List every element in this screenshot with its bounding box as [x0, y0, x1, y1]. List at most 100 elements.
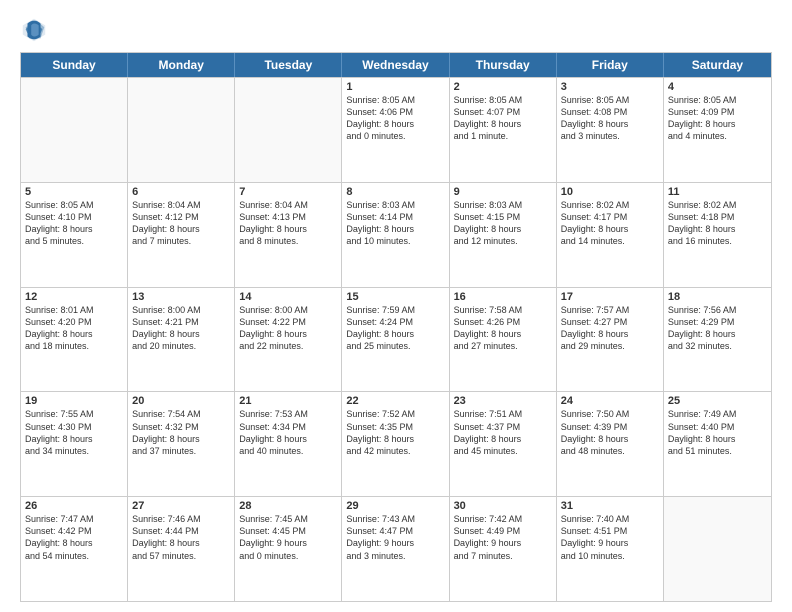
day-number: 20: [132, 395, 230, 407]
calendar-cell: 17Sunrise: 7:57 AM Sunset: 4:27 PM Dayli…: [557, 288, 664, 392]
calendar-cell: 8Sunrise: 8:03 AM Sunset: 4:14 PM Daylig…: [342, 183, 449, 287]
calendar-cell: 1Sunrise: 8:05 AM Sunset: 4:06 PM Daylig…: [342, 78, 449, 182]
day-number: 1: [346, 81, 444, 93]
cell-details: Sunrise: 7:52 AM Sunset: 4:35 PM Dayligh…: [346, 408, 444, 457]
cell-details: Sunrise: 7:40 AM Sunset: 4:51 PM Dayligh…: [561, 513, 659, 562]
day-number: 16: [454, 291, 552, 303]
cell-details: Sunrise: 7:54 AM Sunset: 4:32 PM Dayligh…: [132, 408, 230, 457]
calendar-cell: 21Sunrise: 7:53 AM Sunset: 4:34 PM Dayli…: [235, 392, 342, 496]
calendar: SundayMondayTuesdayWednesdayThursdayFrid…: [20, 52, 772, 602]
calendar-cell: 7Sunrise: 8:04 AM Sunset: 4:13 PM Daylig…: [235, 183, 342, 287]
cell-details: Sunrise: 7:57 AM Sunset: 4:27 PM Dayligh…: [561, 304, 659, 353]
calendar-cell: [128, 78, 235, 182]
calendar-cell: 22Sunrise: 7:52 AM Sunset: 4:35 PM Dayli…: [342, 392, 449, 496]
cell-details: Sunrise: 8:03 AM Sunset: 4:14 PM Dayligh…: [346, 199, 444, 248]
day-number: 12: [25, 291, 123, 303]
day-number: 10: [561, 186, 659, 198]
calendar-cell: 25Sunrise: 7:49 AM Sunset: 4:40 PM Dayli…: [664, 392, 771, 496]
calendar-cell: 4Sunrise: 8:05 AM Sunset: 4:09 PM Daylig…: [664, 78, 771, 182]
calendar-cell: 3Sunrise: 8:05 AM Sunset: 4:08 PM Daylig…: [557, 78, 664, 182]
calendar-cell: 24Sunrise: 7:50 AM Sunset: 4:39 PM Dayli…: [557, 392, 664, 496]
calendar-row-5: 26Sunrise: 7:47 AM Sunset: 4:42 PM Dayli…: [21, 496, 771, 601]
cell-details: Sunrise: 8:05 AM Sunset: 4:09 PM Dayligh…: [668, 94, 767, 143]
cell-details: Sunrise: 7:45 AM Sunset: 4:45 PM Dayligh…: [239, 513, 337, 562]
calendar-row-4: 19Sunrise: 7:55 AM Sunset: 4:30 PM Dayli…: [21, 391, 771, 496]
cell-details: Sunrise: 7:53 AM Sunset: 4:34 PM Dayligh…: [239, 408, 337, 457]
header-day-saturday: Saturday: [664, 53, 771, 77]
day-number: 24: [561, 395, 659, 407]
calendar-cell: 5Sunrise: 8:05 AM Sunset: 4:10 PM Daylig…: [21, 183, 128, 287]
cell-details: Sunrise: 7:43 AM Sunset: 4:47 PM Dayligh…: [346, 513, 444, 562]
logo: [20, 16, 52, 44]
day-number: 30: [454, 500, 552, 512]
day-number: 9: [454, 186, 552, 198]
day-number: 15: [346, 291, 444, 303]
cell-details: Sunrise: 8:03 AM Sunset: 4:15 PM Dayligh…: [454, 199, 552, 248]
calendar-cell: 11Sunrise: 8:02 AM Sunset: 4:18 PM Dayli…: [664, 183, 771, 287]
cell-details: Sunrise: 7:56 AM Sunset: 4:29 PM Dayligh…: [668, 304, 767, 353]
header-day-wednesday: Wednesday: [342, 53, 449, 77]
calendar-cell: 27Sunrise: 7:46 AM Sunset: 4:44 PM Dayli…: [128, 497, 235, 601]
calendar-cell: 31Sunrise: 7:40 AM Sunset: 4:51 PM Dayli…: [557, 497, 664, 601]
logo-icon: [20, 16, 48, 44]
calendar-cell: 6Sunrise: 8:04 AM Sunset: 4:12 PM Daylig…: [128, 183, 235, 287]
day-number: 28: [239, 500, 337, 512]
cell-details: Sunrise: 8:05 AM Sunset: 4:07 PM Dayligh…: [454, 94, 552, 143]
calendar-cell: 13Sunrise: 8:00 AM Sunset: 4:21 PM Dayli…: [128, 288, 235, 392]
cell-details: Sunrise: 8:02 AM Sunset: 4:17 PM Dayligh…: [561, 199, 659, 248]
calendar-cell: [21, 78, 128, 182]
calendar-cell: 15Sunrise: 7:59 AM Sunset: 4:24 PM Dayli…: [342, 288, 449, 392]
calendar-cell: 14Sunrise: 8:00 AM Sunset: 4:22 PM Dayli…: [235, 288, 342, 392]
calendar-cell: [664, 497, 771, 601]
day-number: 11: [668, 186, 767, 198]
calendar-body: 1Sunrise: 8:05 AM Sunset: 4:06 PM Daylig…: [21, 77, 771, 601]
day-number: 25: [668, 395, 767, 407]
calendar-cell: [235, 78, 342, 182]
calendar-cell: 16Sunrise: 7:58 AM Sunset: 4:26 PM Dayli…: [450, 288, 557, 392]
day-number: 13: [132, 291, 230, 303]
cell-details: Sunrise: 8:01 AM Sunset: 4:20 PM Dayligh…: [25, 304, 123, 353]
calendar-cell: 23Sunrise: 7:51 AM Sunset: 4:37 PM Dayli…: [450, 392, 557, 496]
day-number: 17: [561, 291, 659, 303]
cell-details: Sunrise: 7:50 AM Sunset: 4:39 PM Dayligh…: [561, 408, 659, 457]
header-day-sunday: Sunday: [21, 53, 128, 77]
cell-details: Sunrise: 7:58 AM Sunset: 4:26 PM Dayligh…: [454, 304, 552, 353]
day-number: 8: [346, 186, 444, 198]
day-number: 5: [25, 186, 123, 198]
header-day-monday: Monday: [128, 53, 235, 77]
calendar-cell: 9Sunrise: 8:03 AM Sunset: 4:15 PM Daylig…: [450, 183, 557, 287]
calendar-row-2: 5Sunrise: 8:05 AM Sunset: 4:10 PM Daylig…: [21, 182, 771, 287]
cell-details: Sunrise: 8:04 AM Sunset: 4:12 PM Dayligh…: [132, 199, 230, 248]
cell-details: Sunrise: 7:46 AM Sunset: 4:44 PM Dayligh…: [132, 513, 230, 562]
day-number: 19: [25, 395, 123, 407]
cell-details: Sunrise: 8:04 AM Sunset: 4:13 PM Dayligh…: [239, 199, 337, 248]
header-day-friday: Friday: [557, 53, 664, 77]
calendar-cell: 30Sunrise: 7:42 AM Sunset: 4:49 PM Dayli…: [450, 497, 557, 601]
cell-details: Sunrise: 7:55 AM Sunset: 4:30 PM Dayligh…: [25, 408, 123, 457]
cell-details: Sunrise: 7:49 AM Sunset: 4:40 PM Dayligh…: [668, 408, 767, 457]
day-number: 31: [561, 500, 659, 512]
calendar-cell: 26Sunrise: 7:47 AM Sunset: 4:42 PM Dayli…: [21, 497, 128, 601]
calendar-row-1: 1Sunrise: 8:05 AM Sunset: 4:06 PM Daylig…: [21, 77, 771, 182]
cell-details: Sunrise: 8:00 AM Sunset: 4:21 PM Dayligh…: [132, 304, 230, 353]
day-number: 23: [454, 395, 552, 407]
day-number: 2: [454, 81, 552, 93]
day-number: 29: [346, 500, 444, 512]
calendar-cell: 29Sunrise: 7:43 AM Sunset: 4:47 PM Dayli…: [342, 497, 449, 601]
cell-details: Sunrise: 8:02 AM Sunset: 4:18 PM Dayligh…: [668, 199, 767, 248]
header: [20, 16, 772, 44]
calendar-cell: 10Sunrise: 8:02 AM Sunset: 4:17 PM Dayli…: [557, 183, 664, 287]
cell-details: Sunrise: 7:42 AM Sunset: 4:49 PM Dayligh…: [454, 513, 552, 562]
day-number: 7: [239, 186, 337, 198]
cell-details: Sunrise: 8:05 AM Sunset: 4:08 PM Dayligh…: [561, 94, 659, 143]
cell-details: Sunrise: 7:47 AM Sunset: 4:42 PM Dayligh…: [25, 513, 123, 562]
day-number: 14: [239, 291, 337, 303]
day-number: 22: [346, 395, 444, 407]
calendar-cell: 2Sunrise: 8:05 AM Sunset: 4:07 PM Daylig…: [450, 78, 557, 182]
cell-details: Sunrise: 7:51 AM Sunset: 4:37 PM Dayligh…: [454, 408, 552, 457]
header-day-tuesday: Tuesday: [235, 53, 342, 77]
day-number: 3: [561, 81, 659, 93]
cell-details: Sunrise: 7:59 AM Sunset: 4:24 PM Dayligh…: [346, 304, 444, 353]
cell-details: Sunrise: 8:00 AM Sunset: 4:22 PM Dayligh…: [239, 304, 337, 353]
calendar-cell: 28Sunrise: 7:45 AM Sunset: 4:45 PM Dayli…: [235, 497, 342, 601]
